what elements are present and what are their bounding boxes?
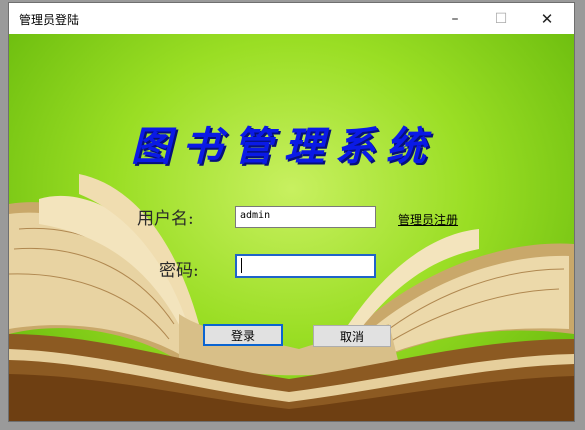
maximize-button[interactable]: ☐ xyxy=(478,3,524,34)
cancel-button[interactable]: 取消 xyxy=(313,325,391,347)
username-label: 用户名: xyxy=(137,209,194,229)
window-title: 管理员登陆 xyxy=(19,13,80,27)
password-input[interactable] xyxy=(235,254,376,278)
login-window: 管理员登陆 – ☐ ✕ 图书管理系统 用户名: admin 管理员注册 密码: … xyxy=(8,2,575,422)
register-admin-link[interactable]: 管理员注册 xyxy=(398,211,458,228)
login-button[interactable]: 登录 xyxy=(203,324,283,346)
username-input[interactable]: admin xyxy=(235,206,376,228)
close-button[interactable]: ✕ xyxy=(524,3,570,34)
minimize-icon: – xyxy=(451,10,459,27)
password-label: 密码: xyxy=(159,261,199,281)
minimize-button[interactable]: – xyxy=(432,3,478,34)
close-icon: ✕ xyxy=(540,9,554,28)
title-bar[interactable]: 管理员登陆 – ☐ ✕ xyxy=(9,3,574,34)
login-panel: 图书管理系统 用户名: admin 管理员注册 密码: 登录 取消 xyxy=(9,34,574,421)
text-cursor xyxy=(241,258,242,273)
app-title: 图书管理系统 xyxy=(131,123,437,170)
maximize-icon: ☐ xyxy=(494,10,508,27)
